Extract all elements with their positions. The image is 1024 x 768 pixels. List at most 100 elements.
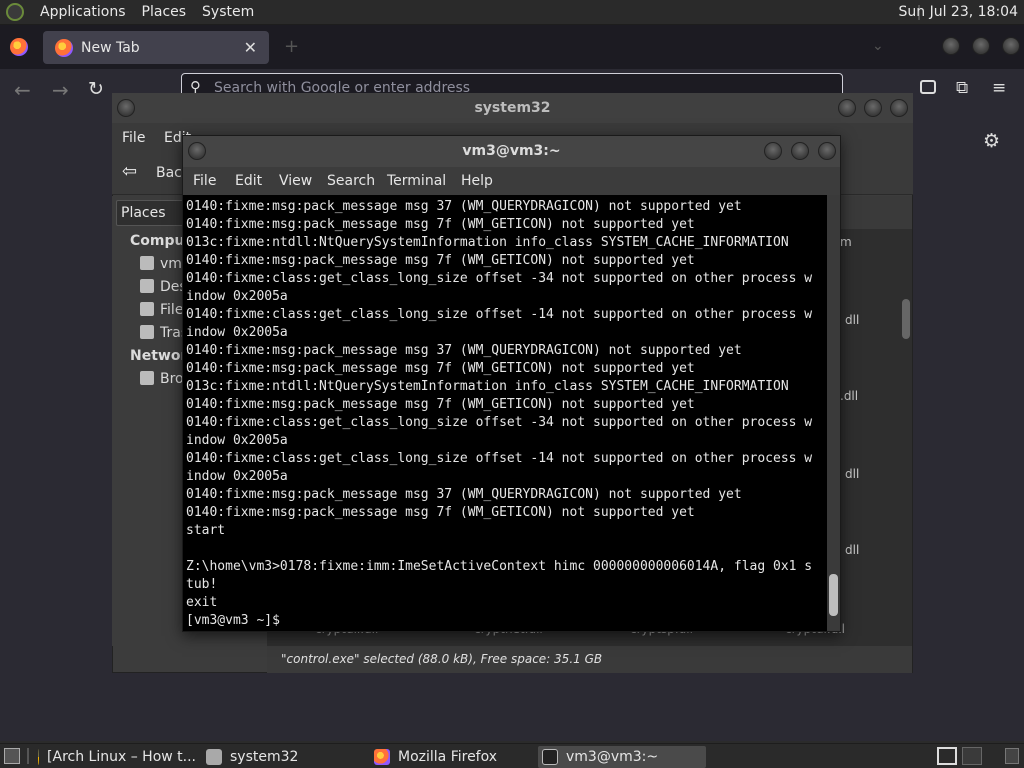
file-label-fragment: dll <box>845 543 860 557</box>
gear-icon[interactable]: ⚙ <box>983 130 1000 152</box>
terminal-menu-help[interactable]: Help <box>461 173 493 189</box>
terminal-line: indow 0x2005a <box>186 325 288 340</box>
extensions-icon[interactable]: ⧉ <box>956 78 968 98</box>
file-label-fragment: dll <box>845 313 860 327</box>
terminal-line: 0140:fixme:msg:pack_message msg 7f (WM_G… <box>186 253 695 268</box>
terminal-line: indow 0x2005a <box>186 289 288 304</box>
terminal-scrollbar-thumb[interactable] <box>829 574 838 616</box>
network-icon <box>140 371 154 385</box>
chrome-icon <box>38 749 40 765</box>
new-tab-plus-icon[interactable]: + <box>284 36 299 57</box>
terminal-menu-search[interactable]: Search <box>327 173 375 189</box>
close-tab-icon[interactable]: ✕ <box>244 38 257 57</box>
firefox-close-button[interactable] <box>1002 37 1020 55</box>
terminal-menu-edit[interactable]: Edit <box>235 173 262 189</box>
terminal-line: exit <box>186 595 218 610</box>
pocket-icon[interactable] <box>920 80 936 94</box>
terminal-icon <box>542 749 558 765</box>
file-manager-title[interactable]: system32 <box>112 93 913 123</box>
terminal-line: 0140:fixme:msg:pack_message msg 7f (WM_G… <box>186 217 695 232</box>
firefox-minimize-button[interactable] <box>942 37 960 55</box>
list-tabs-chevron-icon[interactable]: ⌄ <box>872 38 884 54</box>
reload-icon[interactable]: ↻ <box>88 78 104 100</box>
back-icon[interactable]: ⇦ <box>122 161 137 182</box>
terminal-maximize-button[interactable] <box>791 142 809 160</box>
terminal-menu-button[interactable] <box>188 142 206 160</box>
terminal-output[interactable]: 0140:fixme:msg:pack_message msg 37 (WM_Q… <box>183 195 827 631</box>
file-manager-maximize-button[interactable] <box>864 99 882 117</box>
scrollbar-thumb[interactable] <box>902 299 910 339</box>
system-menu[interactable]: System <box>202 4 254 20</box>
terminal-line: [vm3@vm3 ~]$ <box>186 613 288 628</box>
terminal-line: Z:\home\vm3>0178:fixme:imm:ImeSetActiveC… <box>186 559 813 574</box>
terminal-line: 0140:fixme:class:get_class_long_size off… <box>186 415 813 430</box>
forward-arrow-icon[interactable]: → <box>52 78 69 102</box>
trash-applet-icon[interactable] <box>1005 748 1019 764</box>
file-manager-menu-button[interactable] <box>117 99 135 117</box>
tab-new-tab[interactable]: New Tab ✕ <box>43 31 269 64</box>
file-view-scrollbar[interactable] <box>900 229 912 646</box>
task-label: [Arch Linux – How t... <box>47 749 196 765</box>
firefox-icon <box>55 38 73 57</box>
taskbar-separator <box>27 748 29 764</box>
file-label-fragment: .dll <box>840 389 859 403</box>
terminal-menubar: File Edit View Search Terminal Help <box>183 167 840 195</box>
terminal-line: 0140:fixme:class:get_class_long_size off… <box>186 451 813 466</box>
workspace-2[interactable] <box>962 747 982 765</box>
terminal-menu-terminal[interactable]: Terminal <box>387 173 446 189</box>
terminal-line: 0140:fixme:class:get_class_long_size off… <box>186 307 813 322</box>
places-menu[interactable]: Places <box>142 4 187 20</box>
terminal-line: 013c:fixme:ntdll:NtQuerySystemInformatio… <box>186 235 789 250</box>
terminal-scrollbar[interactable] <box>827 195 840 631</box>
terminal-line: 0140:fixme:msg:pack_message msg 7f (WM_G… <box>186 397 695 412</box>
folder-icon <box>206 749 222 765</box>
terminal-line: 0140:fixme:msg:pack_message msg 7f (WM_G… <box>186 505 695 520</box>
terminal-lines: 0140:fixme:msg:pack_message msg 37 (WM_Q… <box>186 198 812 630</box>
terminal-menu-view[interactable]: View <box>279 173 312 189</box>
applications-menu[interactable]: Applications <box>40 4 126 20</box>
terminal-close-button[interactable] <box>818 142 836 160</box>
firefox-icon <box>374 749 390 765</box>
places-dropdown-label: Places <box>121 205 166 221</box>
firefox-maximize-button[interactable] <box>972 37 990 55</box>
task-label: vm3@vm3:~ <box>566 749 659 765</box>
terminal-line: 0140:fixme:class:get_class_long_size off… <box>186 271 813 286</box>
top-panel: Applications Places System Sun Jul 23, 1… <box>0 0 1024 25</box>
file-label-fragment: m <box>840 235 852 249</box>
clock[interactable]: Sun Jul 23, 18:04 <box>899 4 1019 20</box>
terminal-line: start <box>186 523 226 538</box>
places-dropdown[interactable]: Places <box>116 200 186 226</box>
file-manager-close-button[interactable] <box>890 99 908 117</box>
terminal-minimize-button[interactable] <box>764 142 782 160</box>
task-firefox[interactable]: Mozilla Firefox <box>374 746 534 768</box>
file-manager-minimize-button[interactable] <box>838 99 856 117</box>
taskbar: [Arch Linux – How t... system32 Mozilla … <box>0 743 1024 768</box>
status-bar: "control.exe" selected (88.0 kB), Free s… <box>267 646 912 673</box>
task-arch-linux[interactable]: [Arch Linux – How t... <box>38 746 196 768</box>
hamburger-menu-icon[interactable]: ≡ <box>992 78 1006 98</box>
task-system32[interactable]: system32 <box>206 746 366 768</box>
terminal-line: tub! <box>186 577 218 592</box>
task-terminal[interactable]: vm3@vm3:~ <box>538 746 706 768</box>
gnome-logo-icon <box>6 3 24 21</box>
firefox-view-icon[interactable] <box>10 38 28 56</box>
terminal-line: 0140:fixme:msg:pack_message msg 37 (WM_Q… <box>186 343 742 358</box>
terminal-menu-file[interactable]: File <box>193 173 216 189</box>
terminal-line: 0140:fixme:msg:pack_message msg 37 (WM_Q… <box>186 487 742 502</box>
terminal-line: 013c:fixme:ntdll:NtQuerySystemInformatio… <box>186 379 789 394</box>
terminal-line: 0140:fixme:msg:pack_message msg 7f (WM_G… <box>186 361 695 376</box>
task-label: system32 <box>230 749 299 765</box>
show-desktop-icon[interactable] <box>4 748 20 764</box>
terminal-line: 0140:fixme:msg:pack_message msg 37 (WM_Q… <box>186 199 742 214</box>
file-label-fragment: dll <box>845 467 860 481</box>
task-label: Mozilla Firefox <box>398 749 498 765</box>
drive-icon <box>140 302 154 316</box>
terminal-title[interactable]: vm3@vm3:~ <box>183 136 840 167</box>
home-icon <box>140 256 154 270</box>
menu-file[interactable]: File <box>122 130 145 146</box>
back-arrow-icon[interactable]: ← <box>14 78 31 102</box>
desktop-icon <box>140 279 154 293</box>
terminal-line: indow 0x2005a <box>186 469 288 484</box>
workspace-1[interactable] <box>937 747 957 765</box>
